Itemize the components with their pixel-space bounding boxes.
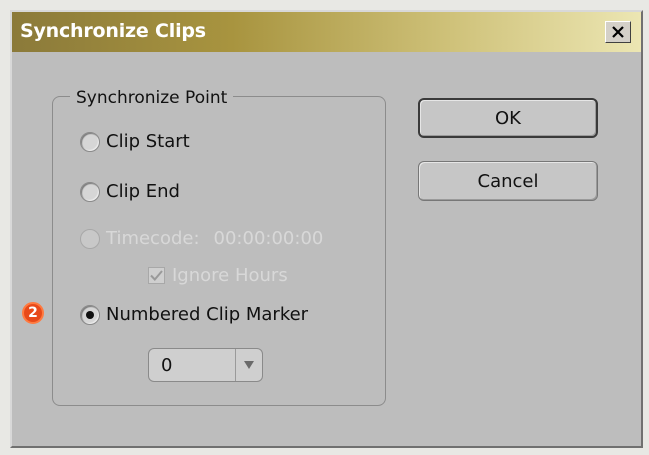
radio-clip-end[interactable]: Clip End [80,181,180,202]
synchronize-clips-dialog: Synchronize Clips Synchronize Point Clip… [10,10,643,448]
title-bar[interactable]: Synchronize Clips [12,12,641,52]
radio-clip-start[interactable]: Clip Start [80,131,190,152]
radio-label: Clip End [106,181,180,202]
chevron-down-icon [244,361,254,369]
radio-label: Numbered Clip Marker [106,304,309,325]
cancel-button[interactable]: Cancel [418,161,598,201]
checkbox [148,267,165,284]
ignore-hours-checkbox: Ignore Hours [148,265,288,286]
radio-numbered-clip-marker[interactable]: Numbered Clip Marker [80,304,308,325]
radio-timecode: Timecode: 00:00:00:00 [80,228,323,249]
ok-button[interactable]: OK [418,98,598,138]
radio-label: Clip Start [106,131,190,152]
step-badge: 2 [22,302,44,324]
radio-button[interactable] [80,304,100,325]
radio-button [80,228,100,249]
group-label: Synchronize Point [70,88,234,108]
radio-button[interactable] [80,131,100,152]
checkmark-icon [150,270,163,281]
marker-number-select[interactable]: 0 [148,348,263,382]
close-icon [612,26,624,38]
close-button[interactable] [605,21,631,43]
radio-button[interactable] [80,181,100,202]
dropdown-arrow[interactable] [235,349,262,381]
radio-label: Timecode: [106,228,200,249]
select-value: 0 [161,354,173,376]
timecode-field: 00:00:00:00 [213,228,324,249]
checkbox-label: Ignore Hours [172,265,288,286]
window-title: Synchronize Clips [20,20,206,42]
